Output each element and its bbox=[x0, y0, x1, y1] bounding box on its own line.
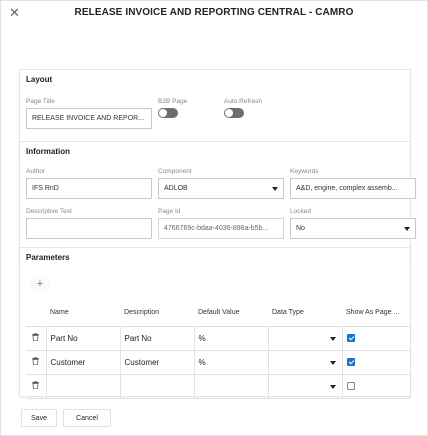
dialog: ✕ RELEASE INVOICE AND REPORTING CENTRAL … bbox=[0, 0, 428, 436]
locked-label: Locked bbox=[290, 208, 311, 215]
cell-description[interactable]: Customer bbox=[119, 349, 195, 375]
add-parameter-button[interactable]: + bbox=[30, 276, 50, 292]
page-title-label: Page Title bbox=[26, 98, 55, 105]
cell-description[interactable]: Part No bbox=[119, 325, 195, 351]
parameters-section: Parameters + Name Description Default Va… bbox=[19, 247, 411, 399]
author-field[interactable]: IFS RnD bbox=[26, 178, 152, 199]
keywords-label: Keywords bbox=[290, 168, 319, 175]
column-header-name[interactable]: Name bbox=[46, 300, 120, 327]
delete-row-button[interactable] bbox=[26, 325, 47, 351]
show-as-page-checkbox[interactable] bbox=[346, 334, 355, 343]
column-header-actions bbox=[26, 300, 46, 327]
b2b-page-label: B2B Page bbox=[158, 98, 188, 105]
cancel-button[interactable]: Cancel bbox=[63, 409, 111, 427]
chevron-down-icon bbox=[329, 384, 336, 389]
table-row: Customer Customer % bbox=[26, 349, 411, 375]
b2b-page-toggle[interactable] bbox=[158, 108, 178, 118]
cell-name[interactable]: Part No bbox=[45, 325, 121, 351]
locked-value: No bbox=[296, 225, 305, 232]
save-button[interactable]: Save bbox=[21, 409, 57, 427]
trash-icon bbox=[32, 357, 40, 365]
cell-data-type[interactable] bbox=[267, 349, 343, 375]
dialog-body: Layout Page Title RELEASE INVOICE AND RE… bbox=[15, 31, 416, 401]
chevron-down-icon bbox=[272, 187, 278, 191]
trash-icon bbox=[32, 381, 40, 389]
component-select[interactable]: ADLOB bbox=[158, 178, 284, 199]
cell-data-type[interactable] bbox=[267, 373, 343, 399]
trash-icon bbox=[32, 333, 40, 341]
plus-icon: + bbox=[36, 278, 44, 290]
delete-row-button[interactable] bbox=[26, 349, 47, 375]
show-as-page-checkbox[interactable] bbox=[346, 382, 355, 391]
column-header-default-value[interactable]: Default Value bbox=[194, 300, 268, 327]
auto-refresh-label: Auto Refresh bbox=[224, 98, 262, 105]
page-id-label: Page Id bbox=[158, 208, 181, 215]
cell-show-as-page bbox=[341, 325, 411, 351]
auto-refresh-toggle[interactable] bbox=[224, 108, 244, 118]
cell-default-value[interactable] bbox=[193, 373, 269, 399]
cell-default-value[interactable]: % bbox=[193, 349, 269, 375]
chevron-down-icon bbox=[329, 360, 336, 365]
cell-show-as-page bbox=[341, 349, 411, 375]
component-label: Component bbox=[158, 168, 192, 175]
toggle-knob bbox=[159, 109, 167, 117]
dialog-title: RELEASE INVOICE AND REPORTING CENTRAL - … bbox=[74, 7, 354, 18]
parameters-section-title: Parameters bbox=[26, 253, 70, 262]
table-header-row: Name Description Default Value Data Type… bbox=[26, 300, 410, 327]
cell-data-type[interactable] bbox=[267, 325, 343, 351]
cell-default-value[interactable]: % bbox=[193, 325, 269, 351]
parameters-table: Name Description Default Value Data Type… bbox=[26, 300, 411, 399]
information-section-title: Information bbox=[26, 147, 70, 156]
table-row: Part No Part No % bbox=[26, 325, 411, 351]
keywords-field[interactable]: A&D, engine, complex assemb... bbox=[290, 178, 416, 199]
delete-row-button[interactable] bbox=[26, 373, 47, 399]
locked-select[interactable]: No bbox=[290, 218, 416, 239]
page-id-field: 4766769c-bdaa-4036-898a-b5b... bbox=[158, 218, 284, 239]
page-title-field[interactable]: RELEASE INVOICE AND REPOR... bbox=[26, 108, 152, 129]
cell-name[interactable]: Customer bbox=[45, 349, 121, 375]
component-value: ADLOB bbox=[164, 185, 188, 192]
descriptive-text-field[interactable] bbox=[26, 218, 152, 239]
descriptive-text-label: Descriptive Text bbox=[26, 208, 72, 215]
chevron-down-icon bbox=[329, 336, 336, 341]
table-row bbox=[26, 373, 411, 399]
author-label: Author bbox=[26, 168, 46, 175]
layout-section-title: Layout bbox=[26, 75, 53, 84]
column-header-show-as-page[interactable]: Show As Page ... bbox=[342, 300, 410, 327]
column-header-description[interactable]: Description bbox=[120, 300, 194, 327]
cell-show-as-page bbox=[341, 373, 411, 399]
cell-description[interactable] bbox=[119, 373, 195, 399]
cell-name[interactable] bbox=[45, 373, 121, 399]
show-as-page-checkbox[interactable] bbox=[346, 358, 355, 367]
chevron-down-icon bbox=[404, 227, 410, 231]
toggle-knob bbox=[225, 109, 233, 117]
column-header-data-type[interactable]: Data Type bbox=[268, 300, 342, 327]
